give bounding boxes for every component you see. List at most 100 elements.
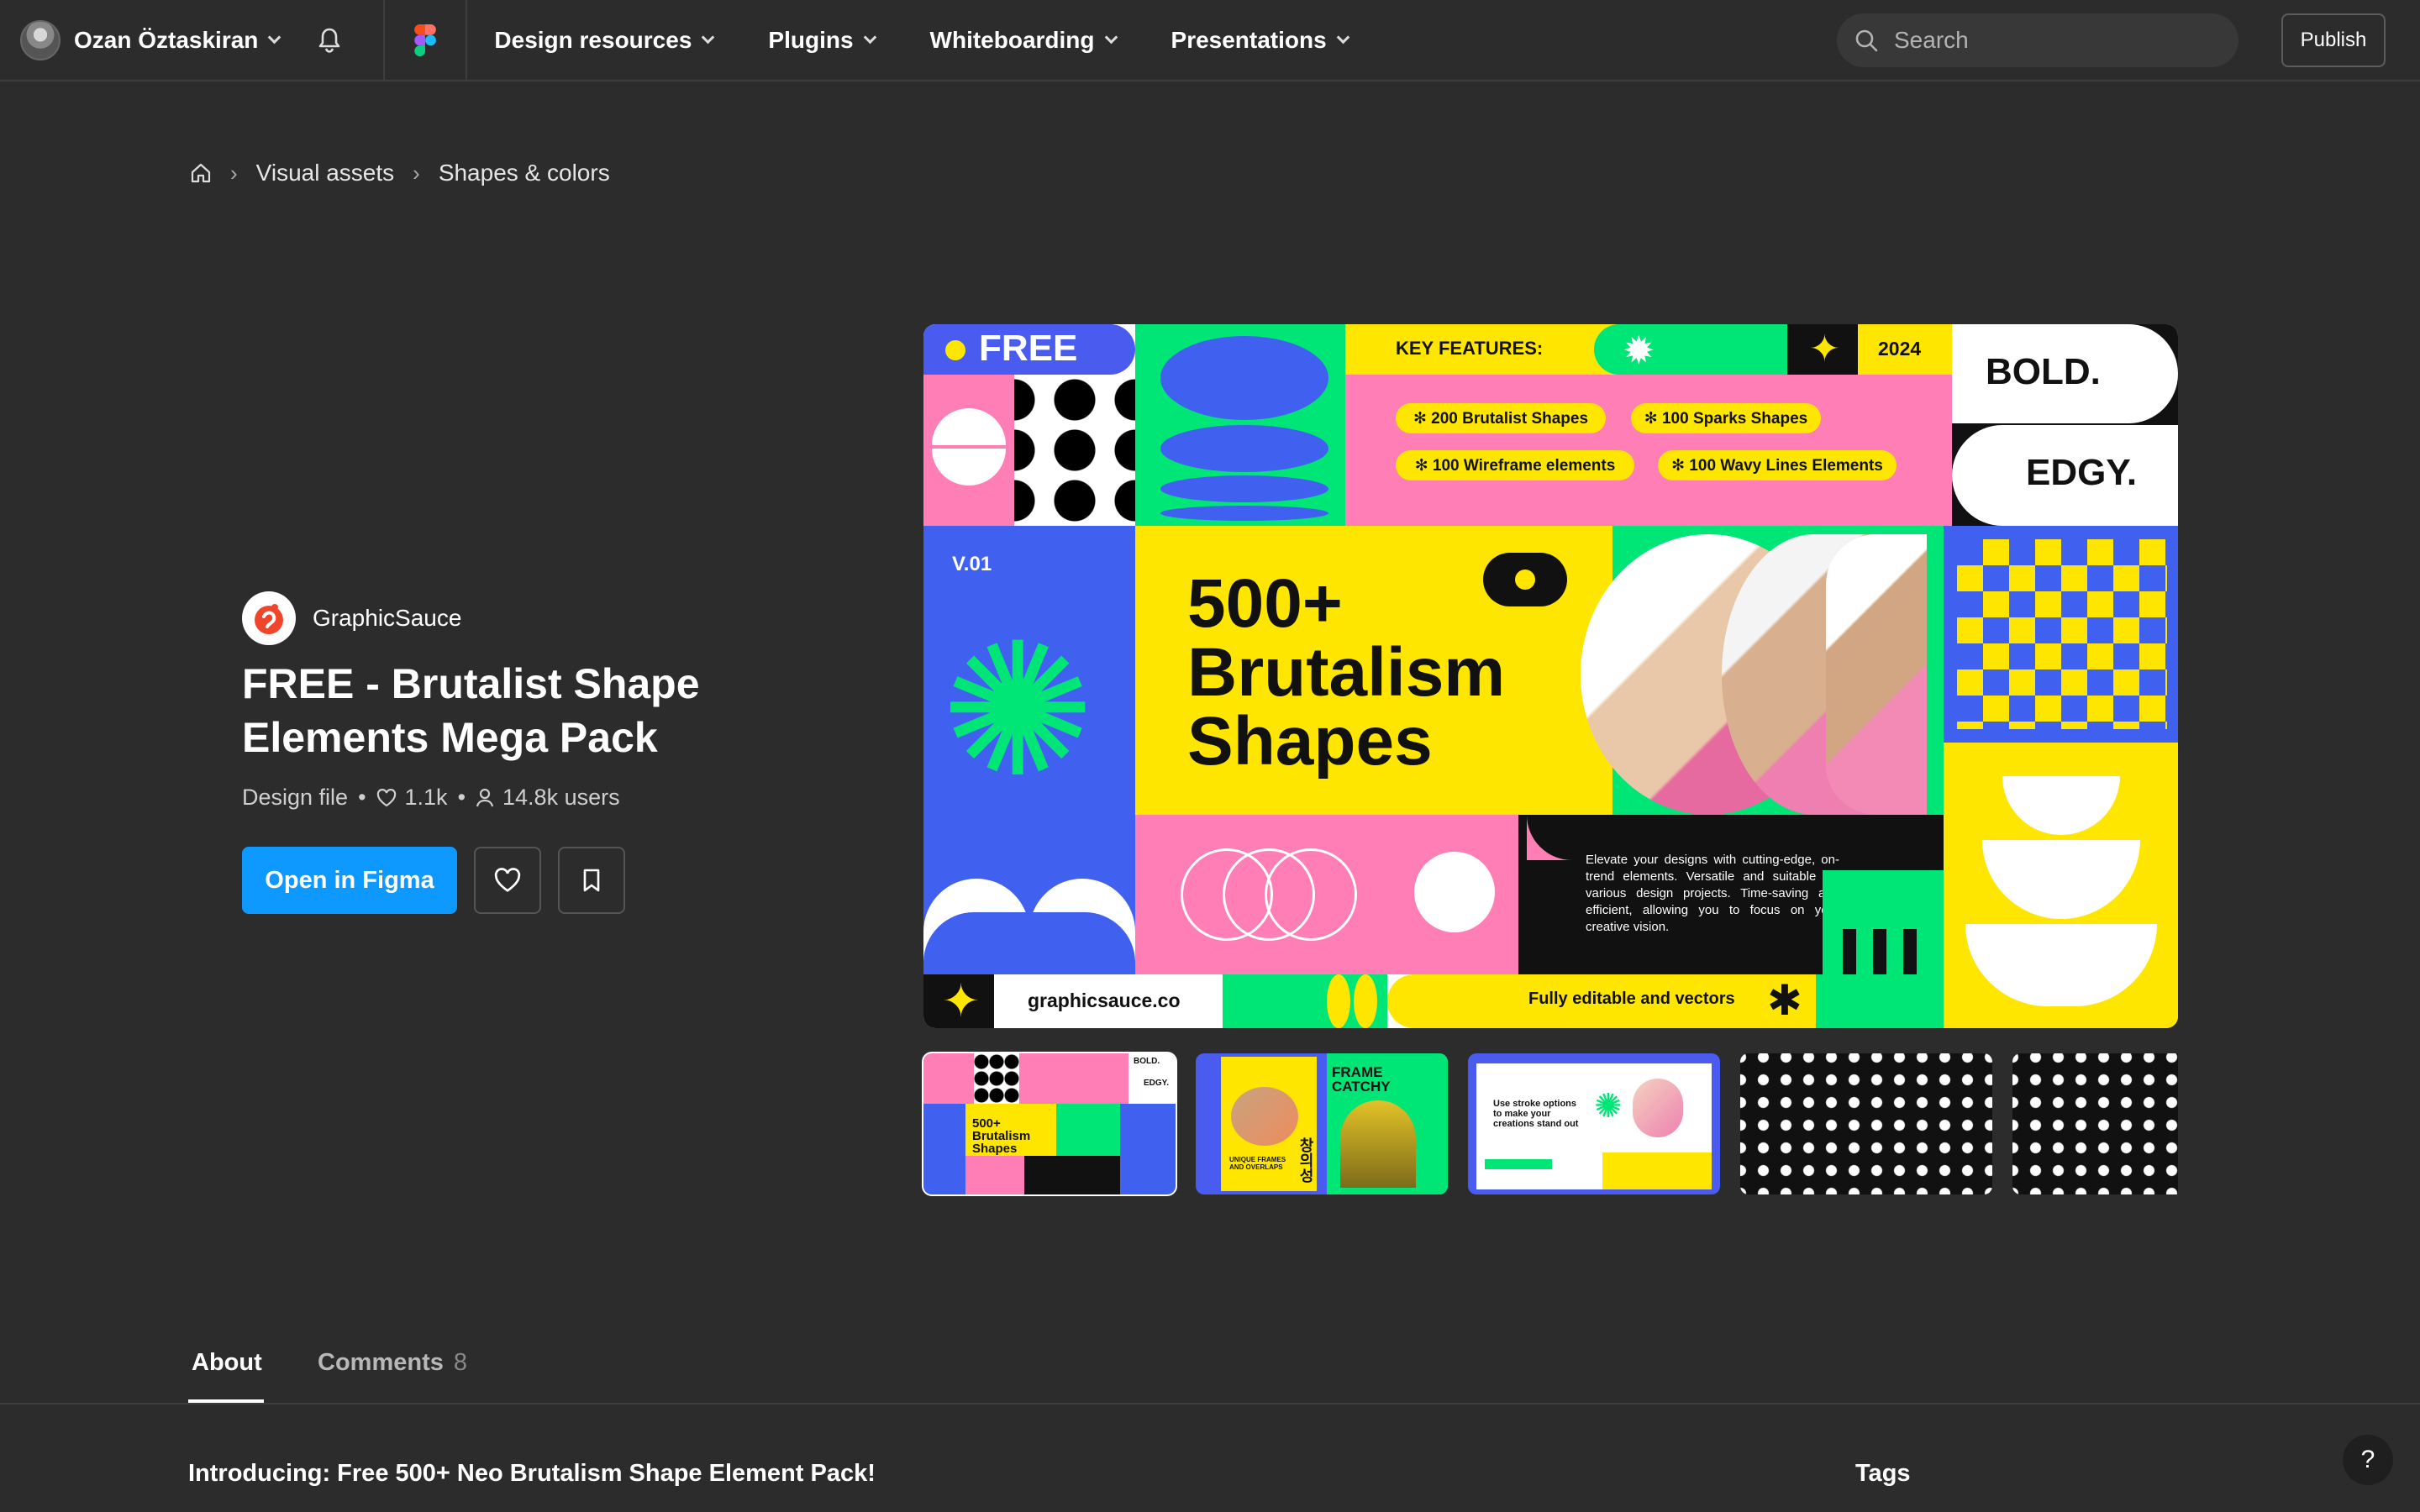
search-icon: [1855, 29, 1878, 52]
feature-tag: ✻ 200 Brutalist Shapes: [1396, 403, 1606, 433]
like-button[interactable]: [474, 847, 541, 914]
publish-button[interactable]: Publish: [2281, 13, 2386, 67]
file-meta: Design file • 1.1k • 14.8k users: [242, 785, 620, 811]
thumbnail-4[interactable]: [1740, 1053, 1992, 1194]
chevron-down-icon: [1336, 30, 1349, 45]
heart-icon: [376, 788, 396, 806]
thumbnail-5[interactable]: [2012, 1053, 2178, 1194]
creator[interactable]: GraphicSauce: [242, 591, 461, 645]
shape-block: [1024, 1156, 1120, 1194]
chevron-down-icon[interactable]: [268, 30, 281, 45]
breadcrumb-separator: ›: [413, 160, 420, 186]
thumb-text: BOLD.: [1134, 1057, 1160, 1066]
search-placeholder: Search: [1894, 27, 1969, 53]
chevron-down-icon: [1104, 30, 1118, 45]
avatar[interactable]: [20, 19, 60, 60]
thumb-text: EDGY.: [1144, 1079, 1170, 1088]
year-label: 2024: [1878, 338, 1922, 360]
feature-tag: ✻ 100 Wireframe elements: [1396, 450, 1634, 480]
meta-separator: •: [358, 785, 366, 810]
user-name[interactable]: Ozan Öztaskiran: [74, 27, 258, 54]
sparkle-icon: ✹: [1623, 328, 1655, 372]
thumbnail-2[interactable]: UNIQUE FRAMES AND OVERLAPS 창의성 FRAME CAT…: [1196, 1053, 1448, 1194]
thumbnail-1[interactable]: BOLD. EDGY. 500+ Brutalism Shapes: [922, 1052, 1177, 1196]
key-features-label: KEY FEATURES:: [1396, 338, 1544, 359]
thumbnail-3[interactable]: Use stroke options to make your creation…: [1468, 1053, 1720, 1194]
tab-comments[interactable]: Comments 8: [318, 1349, 467, 1377]
file-type: Design file: [242, 785, 349, 810]
preview-image[interactable]: FREE KEY FEATURES: ✹ ✦ 2024 ✻ 200 Brutal…: [923, 324, 2178, 1028]
active-tab-indicator: [188, 1399, 264, 1403]
nav-divider: [466, 0, 468, 81]
bookmark-icon: [583, 869, 600, 892]
nav-presentations[interactable]: Presentations: [1171, 27, 1349, 54]
ellipse-shape: [1354, 974, 1377, 1028]
shape-block: [923, 912, 1135, 974]
thumb-text: 창의성: [1297, 1137, 1314, 1183]
help-button[interactable]: ?: [2343, 1435, 2393, 1485]
comment-count: 8: [453, 1349, 467, 1376]
bar-shape: [1903, 929, 1917, 974]
creator-name[interactable]: GraphicSauce: [313, 605, 461, 632]
nav-plugins[interactable]: Plugins: [768, 26, 876, 54]
user-icon: [476, 788, 494, 806]
breadcrumb-shapes-colors[interactable]: Shapes & colors: [439, 160, 610, 186]
shape-block: [1485, 1159, 1552, 1169]
breadcrumb-visual-assets[interactable]: Visual assets: [256, 160, 394, 186]
headline-line1: 500+: [1187, 565, 1343, 642]
tags-heading: Tags: [1855, 1460, 1911, 1487]
thumb-text: UNIQUE FRAMES AND OVERLAPS: [1229, 1156, 1286, 1171]
top-nav: Ozan Öztaskiran Design resources Plugins…: [0, 0, 2420, 81]
nav-design-resources[interactable]: Design resources: [494, 26, 715, 54]
star-icon: ✦: [942, 976, 981, 1026]
shape-block: [923, 1053, 974, 1104]
bell-icon[interactable]: [313, 24, 346, 57]
dot-shape: [945, 340, 965, 360]
home-icon[interactable]: [190, 162, 212, 184]
nav-whiteboarding[interactable]: Whiteboarding: [930, 27, 1118, 54]
description-text: Elevate your designs with cutting-edge, …: [1586, 853, 1839, 934]
ellipse-shape: [1327, 974, 1350, 1028]
open-in-figma-button[interactable]: Open in Figma: [242, 847, 457, 914]
free-label: FREE: [979, 328, 1078, 369]
heart-icon: [494, 868, 521, 892]
asterisk-icon: ✱: [1767, 977, 1802, 1024]
figma-logo-icon[interactable]: [385, 0, 466, 81]
breadcrumb-separator: ›: [230, 160, 238, 186]
bar-shape: [1843, 929, 1856, 974]
flower-shape: ✺: [1594, 1088, 1623, 1125]
user-menu[interactable]: Ozan Öztaskiran: [0, 0, 281, 80]
shape-block: [923, 1104, 965, 1194]
bold-label: BOLD.: [1986, 351, 2101, 392]
like-count: 1.1k: [404, 785, 448, 810]
photo-shape: [1633, 1079, 1683, 1137]
intro-heading: Introducing: Free 500+ Neo Brutalism Sha…: [188, 1460, 876, 1487]
breadcrumb: › Visual assets › Shapes & colors: [190, 160, 610, 186]
bar-shape: [1873, 929, 1886, 974]
feature-tag: ✻ 100 Sparks Shapes: [1631, 403, 1821, 433]
search-input[interactable]: Search: [1837, 13, 2238, 67]
nav-label: Design resources: [494, 26, 692, 53]
chevron-down-icon: [863, 30, 876, 45]
user-count: 14.8k users: [502, 785, 620, 810]
model-photo: [1826, 534, 1927, 815]
shape-block: [1120, 1104, 1176, 1194]
ellipse-shape: [1160, 475, 1328, 502]
creator-logo[interactable]: [242, 591, 296, 645]
photo-shape: [1231, 1087, 1298, 1146]
content-tabs: About Comments 8: [0, 1344, 2420, 1404]
polka-dot-block: [974, 1053, 1019, 1104]
bookmark-button[interactable]: [558, 847, 625, 914]
tab-comments-label: Comments: [318, 1349, 444, 1376]
page-title: FREE - Brutalist Shape Elements Mega Pac…: [242, 660, 700, 761]
nav-label: Plugins: [768, 26, 854, 53]
dot-shape: [1515, 570, 1535, 590]
diamond-pattern: [1957, 539, 2167, 729]
shape-block: [1056, 1104, 1120, 1156]
thumb-text: Use stroke options to make your creation…: [1493, 1099, 1579, 1129]
headline-line2: Brutalism: [1187, 634, 1506, 711]
tab-about[interactable]: About: [192, 1349, 262, 1377]
chevron-down-icon: [702, 30, 715, 45]
shape-block: [1602, 1152, 1712, 1189]
ellipse-shape: [1160, 425, 1328, 472]
